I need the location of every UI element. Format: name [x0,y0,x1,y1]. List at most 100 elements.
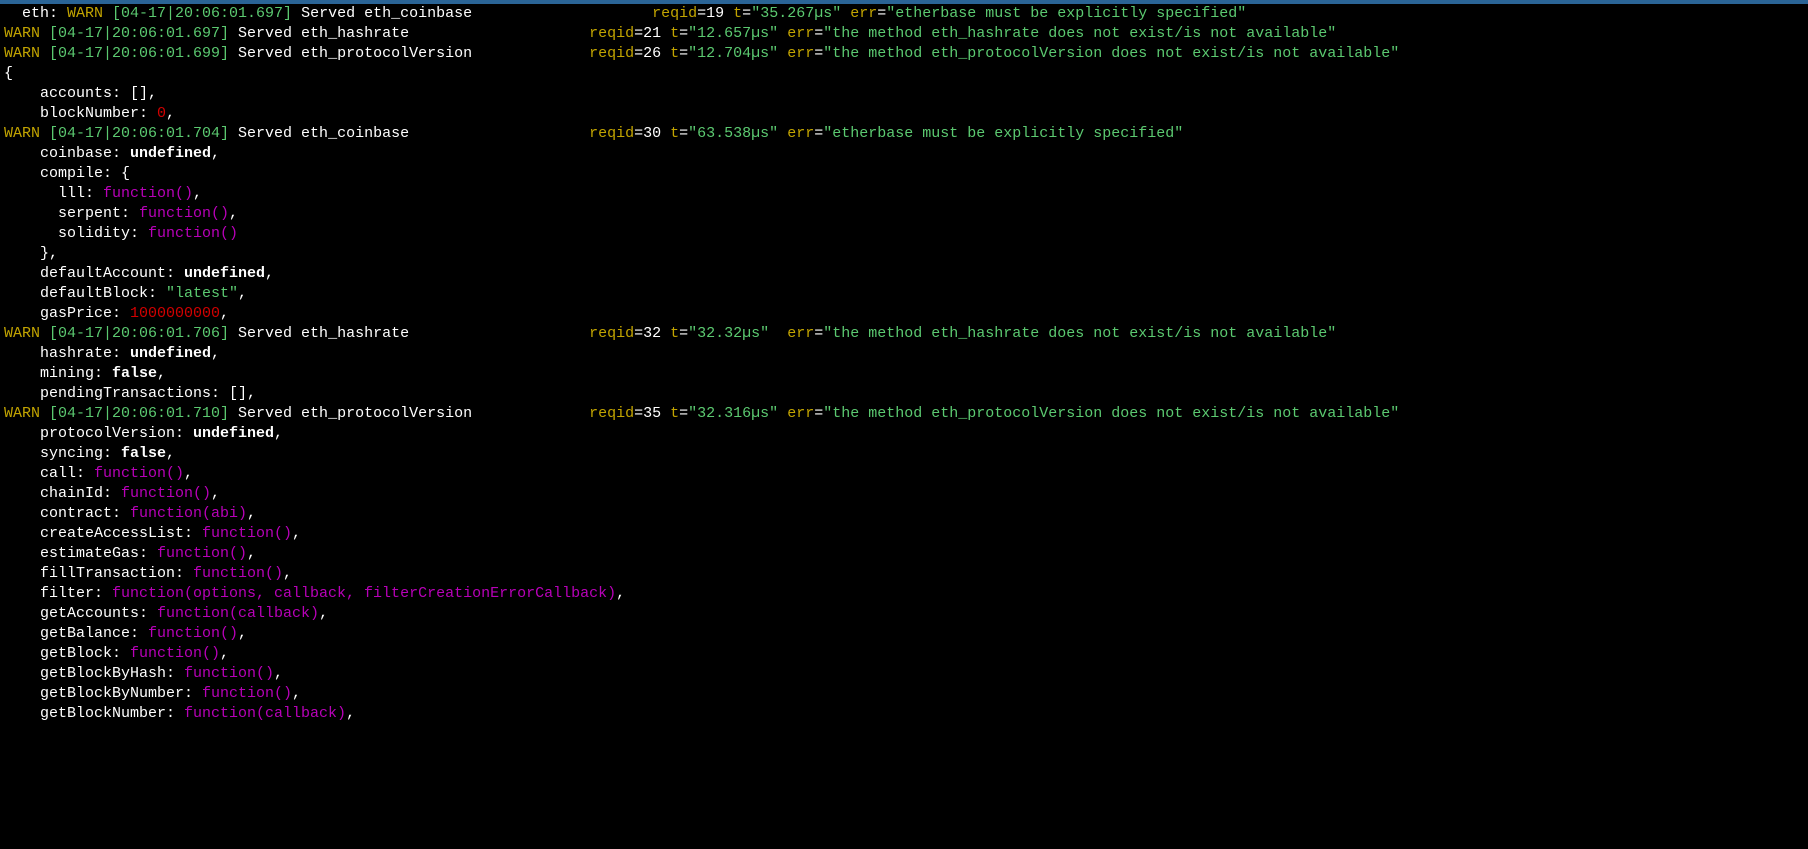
log-reqid-val: =30 [634,125,670,142]
object-property: chainId: function(), [4,484,1804,504]
prop-value: undefined [193,425,274,442]
prop-value: function() [94,465,184,482]
log-line: WARN [04-17|20:06:01.699] Served eth_pro… [4,44,1804,64]
prop-suffix: , [238,285,247,302]
log-reqid-val: =26 [634,45,670,62]
log-t-val: "12.704µs" [688,45,778,62]
prop-key: createAccessList: [40,525,202,542]
log-message: Served eth_coinbase [292,5,652,22]
log-err-val: "the method eth_protocolVersion does not… [823,45,1399,62]
log-message: Served eth_protocolVersion [229,405,589,422]
prop-key: getBalance: [40,625,148,642]
prop-value: function() [148,225,238,242]
object-property: getBlockByNumber: function(), [4,684,1804,704]
prop-key: hashrate: [40,345,130,362]
object-property: pendingTransactions: [], [4,384,1804,404]
prop-value: function(callback) [157,605,319,622]
prop-value: false [112,365,157,382]
prop-key: pendingTransactions: [40,385,229,402]
log-line: WARN [04-17|20:06:01.706] Served eth_has… [4,324,1804,344]
log-timestamp: [04-17|20:06:01.697] [112,5,292,22]
log-t-val: "12.657µs" [688,25,778,42]
prop-key: estimateGas: [40,545,157,562]
object-property: estimateGas: function(), [4,544,1804,564]
brace-open: { [4,64,1804,84]
prop-suffix: , [166,105,175,122]
object-property: getBlock: function(), [4,644,1804,664]
object-property: filter: function(options, callback, filt… [4,584,1804,604]
object-property: call: function(), [4,464,1804,484]
log-line: WARN [04-17|20:06:01.704] Served eth_coi… [4,124,1804,144]
log-t-key: t [670,325,679,342]
prop-suffix: , [184,465,193,482]
prop-suffix: , [166,445,175,462]
prop-suffix: , [247,505,256,522]
prop-suffix: , [274,425,283,442]
log-timestamp: [04-17|20:06:01.704] [49,125,229,142]
log-reqid-val: =35 [634,405,670,422]
log-reqid-key: reqid [589,325,634,342]
log-line: WARN [04-17|20:06:01.697] Served eth_has… [4,24,1804,44]
prop-suffix: , [346,705,355,722]
prop-value: function() [202,525,292,542]
prop-key: lll: [58,185,103,202]
prop-suffix: , [220,645,229,662]
prop-key: getBlockNumber: [40,705,184,722]
log-t-key: t [670,45,679,62]
object-property: getBlockNumber: function(callback), [4,704,1804,724]
prop-value: function() [139,205,229,222]
log-eq: = [679,325,688,342]
log-reqid-val: =21 [634,25,670,42]
prop-suffix: , [292,525,301,542]
log-eq: = [814,325,823,342]
prop-suffix: , [292,685,301,702]
log-err-val: "etherbase must be explicitly specified" [823,125,1183,142]
prop-key: getBlock: [40,645,130,662]
object-property: syncing: false, [4,444,1804,464]
object-property: contract: function(abi), [4,504,1804,524]
log-err-key: err [778,125,814,142]
log-eq: = [814,405,823,422]
prop-key: protocolVersion: [40,425,193,442]
log-err-key: err [778,25,814,42]
prop-key: compile: { [40,165,130,182]
object-property: accounts: [], [4,84,1804,104]
prop-value: function(options, callback, filterCreati… [112,585,616,602]
prop-key: gasPrice: [40,305,130,322]
object-property: compile: { [4,164,1804,184]
prop-key: mining: [40,365,112,382]
prop-value: undefined [130,345,211,362]
prop-value: function() [130,645,220,662]
prop-key: getBlockByNumber: [40,685,202,702]
log-err-val: "the method eth_hashrate does not exist/… [823,325,1336,342]
prop-key: syncing: [40,445,121,462]
prop-value: [], [229,385,256,402]
prop-suffix: , [211,345,220,362]
prop-suffix: , [157,365,166,382]
prop-key: getBlockByHash: [40,665,184,682]
log-eq: = [679,125,688,142]
prop-value: 1000000000 [130,305,220,322]
object-property: protocolVersion: undefined, [4,424,1804,444]
terminal-output[interactable]: eth: WARN [04-17|20:06:01.697] Served et… [0,4,1808,724]
log-message: Served eth_protocolVersion [229,45,589,62]
log-eq: = [679,25,688,42]
prop-key: defaultBlock: [40,285,166,302]
log-timestamp: [04-17|20:06:01.697] [49,25,229,42]
prop-suffix: , [220,305,229,322]
prop-value: function() [148,625,238,642]
prop-key: coinbase: [40,145,130,162]
prop-value: function() [157,545,247,562]
log-eq: = [679,45,688,62]
log-eq: = [814,45,823,62]
prop-key: getAccounts: [40,605,157,622]
prop-value: function() [103,185,193,202]
log-reqid-val: =32 [634,325,670,342]
prop-value: function() [121,485,211,502]
log-reqid-key: reqid [652,5,697,22]
log-level: WARN [4,405,49,422]
prop-key: chainId: [40,485,121,502]
object-property: defaultBlock: "latest", [4,284,1804,304]
prop-key: call: [40,465,94,482]
object-property: lll: function(), [4,184,1804,204]
